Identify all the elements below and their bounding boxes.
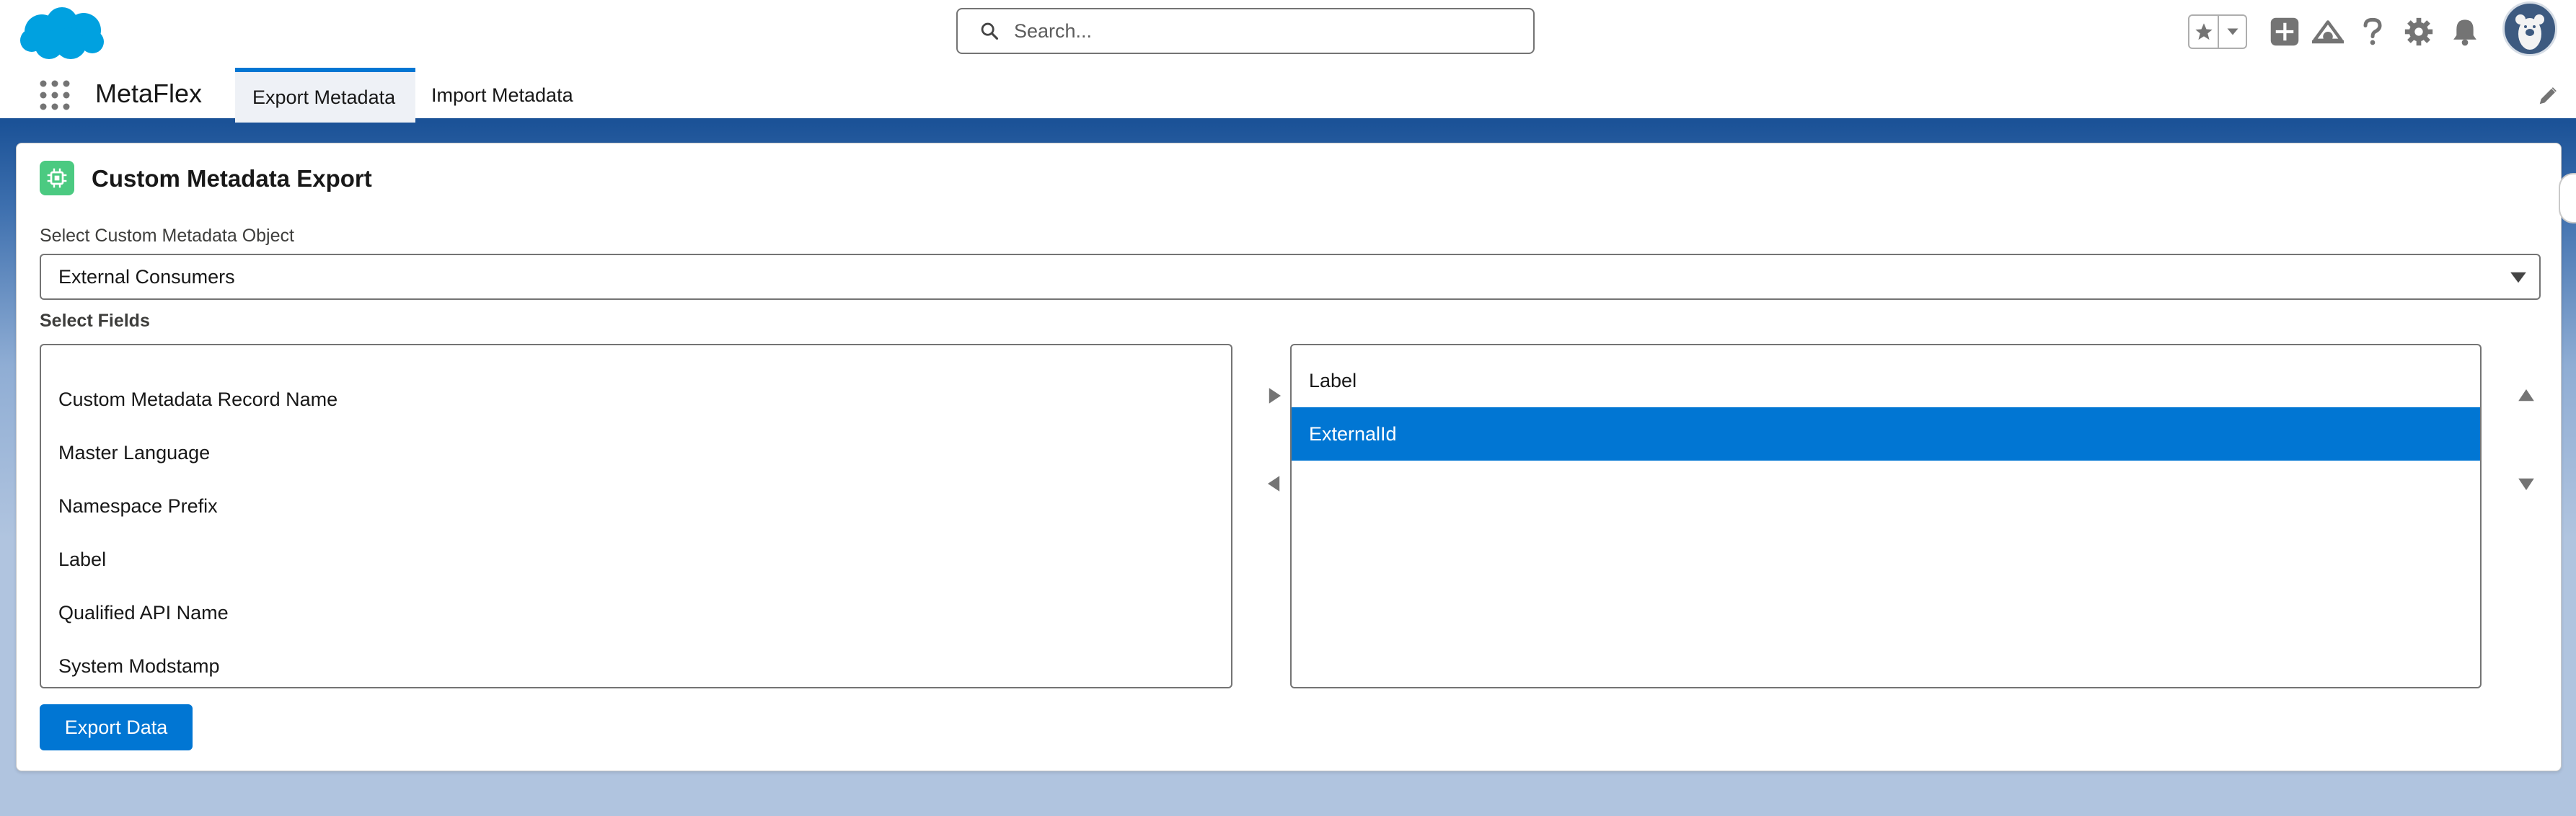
object-select-label: Select Custom Metadata Object <box>40 226 294 246</box>
trailhead-icon <box>2312 20 2344 44</box>
bell-icon <box>2453 19 2476 46</box>
card-title: Custom Metadata Export <box>92 165 372 192</box>
caret-left-icon <box>1268 476 1280 492</box>
move-up-button[interactable] <box>2512 381 2541 410</box>
setup-button[interactable] <box>2401 14 2436 49</box>
chevron-down-icon <box>2510 272 2526 283</box>
option-label: ExternalId <box>1309 422 1397 445</box>
list-item[interactable]: Label <box>1292 354 2480 407</box>
option-label: Namespace Prefix <box>58 495 218 517</box>
custom-metadata-icon <box>40 161 74 195</box>
salesforce-cloud-logo[interactable] <box>17 3 105 65</box>
search-icon <box>981 22 999 40</box>
edit-nav-pencil-icon[interactable] <box>2537 85 2559 107</box>
tab-import-metadata[interactable]: Import Metadata <box>414 68 591 123</box>
selected-object-value: External Consumers <box>58 265 235 288</box>
add-icon <box>2270 17 2299 46</box>
caret-down-icon <box>2518 478 2534 490</box>
chevron-down-icon <box>2227 28 2238 35</box>
search-input[interactable] <box>1014 19 1519 43</box>
list-item[interactable]: Label <box>41 533 1231 586</box>
help-icon <box>2363 17 2382 45</box>
app-launcher-icon[interactable] <box>39 79 71 111</box>
select-fields-label: Select Fields <box>40 311 150 331</box>
utility-bar-handle[interactable] <box>2559 173 2576 223</box>
available-fields-listbox[interactable]: Custom Metadata Record Name Master Langu… <box>40 344 1232 688</box>
list-item[interactable]: System Modstamp <box>41 639 1231 687</box>
list-item[interactable]: Custom Metadata Record Name <box>41 373 1231 426</box>
option-label: Custom Metadata Record Name <box>58 388 338 410</box>
move-to-available-button[interactable] <box>1260 469 1289 498</box>
global-search[interactable] <box>956 8 1535 54</box>
tab-label: Import Metadata <box>431 84 573 106</box>
gear-icon <box>2404 17 2433 46</box>
avatar[interactable] <box>2502 1 2557 56</box>
notifications-button[interactable] <box>2448 14 2482 49</box>
favorites-star-button[interactable] <box>2189 16 2218 48</box>
move-to-selected-button[interactable] <box>1260 381 1289 410</box>
tab-export-metadata[interactable]: Export Metadata <box>235 68 415 123</box>
list-item[interactable]: Namespace Prefix <box>41 479 1231 533</box>
star-icon <box>2195 23 2213 40</box>
selected-fields-listbox[interactable]: Label ExternalId <box>1290 344 2482 688</box>
tab-label: Export Metadata <box>252 86 396 108</box>
app-name: MetaFlex <box>95 79 203 108</box>
favorites-menu-button[interactable] <box>2218 16 2246 48</box>
caret-up-icon <box>2518 389 2534 402</box>
list-item[interactable]: Master Language <box>41 426 1231 479</box>
help-button[interactable] <box>2355 14 2390 49</box>
user-avatar-icon <box>2515 14 2544 50</box>
export-card: Custom Metadata Export Select Custom Met… <box>16 143 2562 771</box>
option-label: Label <box>1309 369 1357 391</box>
option-label: Master Language <box>58 441 211 464</box>
export-data-button[interactable]: Export Data <box>40 704 193 750</box>
custom-metadata-object-select[interactable]: External Consumers <box>40 254 2541 300</box>
trailhead-button[interactable] <box>2311 14 2345 49</box>
global-actions-button[interactable] <box>2267 14 2302 49</box>
option-label: System Modstamp <box>58 655 220 677</box>
move-down-button[interactable] <box>2512 469 2541 498</box>
global-header <box>0 0 2576 65</box>
option-label: Qualified API Name <box>58 601 229 624</box>
option-label: Label <box>58 548 107 570</box>
list-item[interactable]: ExternalId <box>1292 407 2480 461</box>
caret-right-icon <box>1269 388 1281 404</box>
list-item[interactable]: Qualified API Name <box>41 586 1231 639</box>
app-navigation-bar: MetaFlex Export Metadata Import Metadata <box>0 65 2576 123</box>
favorites-button-group <box>2188 14 2247 49</box>
